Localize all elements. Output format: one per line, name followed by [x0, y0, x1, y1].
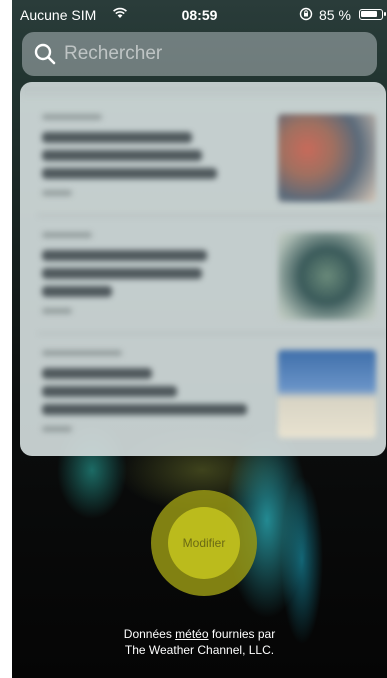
- lock-screen-widgets: Aucune SIM 08:59 85 % Rechercher Modifie…: [12, 0, 387, 678]
- news-widget-blurred-content: [20, 82, 386, 456]
- search-icon: [34, 43, 56, 65]
- news-item[interactable]: [20, 334, 386, 452]
- news-thumbnail: [278, 114, 376, 202]
- search-placeholder: Rechercher: [64, 43, 163, 64]
- attribution-line-1: Données météo fournies par: [123, 627, 276, 641]
- battery-percentage: 85 %: [319, 7, 351, 23]
- modifier-button-label: Modifier: [168, 507, 240, 579]
- attribution-line-2: The Weather Channel, LLC.: [124, 643, 275, 657]
- modifier-button[interactable]: Modifier: [151, 490, 257, 596]
- news-thumbnail: [278, 232, 376, 320]
- weather-attribution: Données météo fournies par The Weather C…: [12, 626, 387, 658]
- news-widget[interactable]: [20, 82, 386, 456]
- status-bar: Aucune SIM 08:59 85 %: [12, 0, 387, 28]
- news-thumbnail: [278, 350, 376, 438]
- search-input[interactable]: Rechercher: [22, 32, 377, 76]
- rotation-lock-icon: [299, 7, 313, 21]
- battery-fill: [361, 11, 378, 17]
- news-item[interactable]: [20, 98, 386, 216]
- battery-icon: [359, 9, 386, 20]
- news-item[interactable]: [20, 216, 386, 334]
- weather-link[interactable]: météo: [175, 627, 208, 641]
